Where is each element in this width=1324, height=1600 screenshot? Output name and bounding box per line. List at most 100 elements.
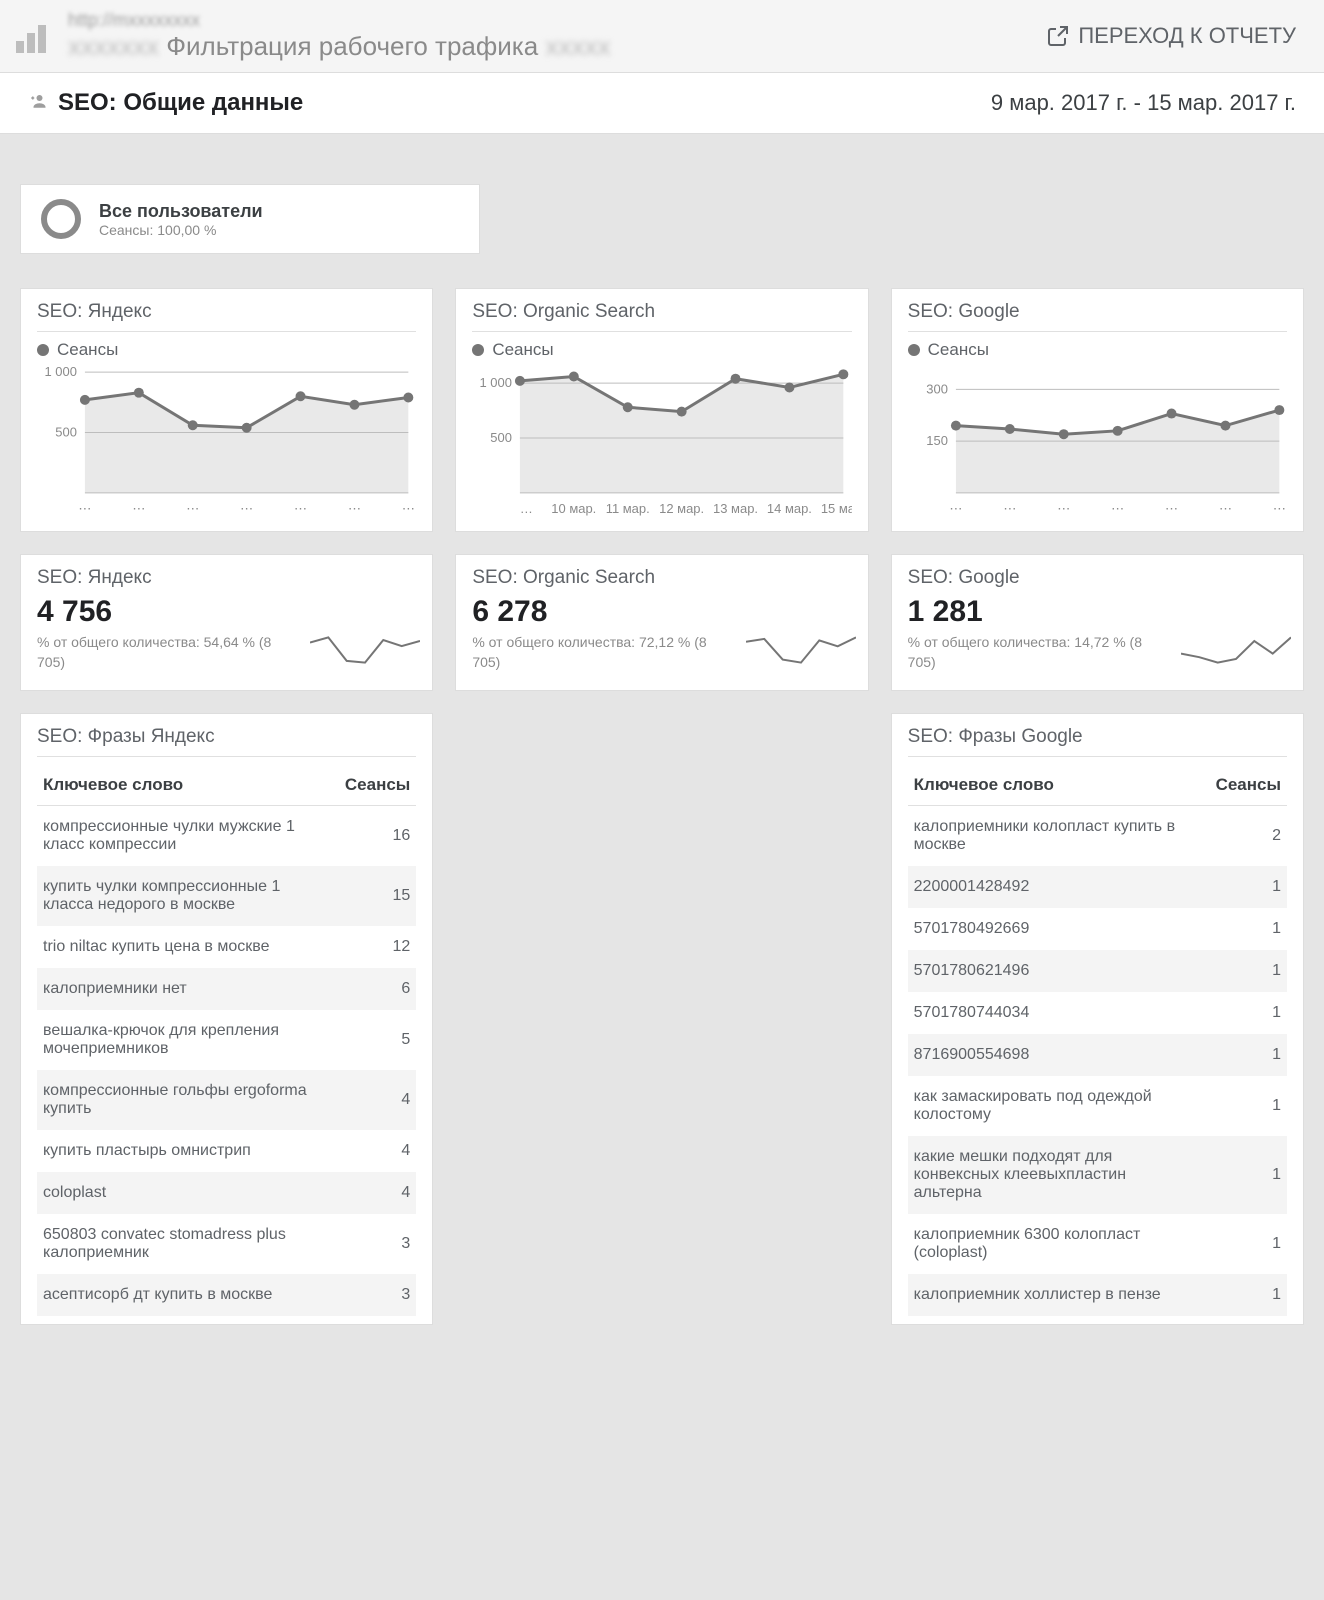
segment-title: Все пользователи [99,201,263,222]
table-row[interactable]: 5701780621496 1 [908,950,1287,992]
cell-keyword: купить пластырь омнистрип [37,1130,329,1172]
col-sessions: Сеансы [1200,765,1287,806]
svg-text:150: 150 [926,433,948,448]
goto-report-link[interactable]: ПЕРЕХОД К ОТЧЕТУ [1046,23,1296,49]
table-row[interactable]: какие мешки подходят для конвексных клее… [908,1136,1287,1214]
sparkline [746,632,856,668]
cell-keyword: калоприемник холлистер в пензе [908,1274,1200,1316]
cell-keyword: компрессионные гольфы ergoforma купить [37,1070,329,1130]
table-row[interactable]: 2200001428492 1 [908,866,1287,908]
add-user-icon[interactable] [28,92,48,115]
empty-column [455,713,868,1325]
svg-text:500: 500 [55,425,77,440]
table-row[interactable]: вешалка-крючок для крепления мочеприемни… [37,1010,416,1070]
svg-text:⋯: ⋯ [132,501,145,516]
chart-legend: Сеансы [472,340,851,360]
summary-card-google: SEO: Google 1 281 % от общего количества… [891,554,1304,691]
chart-legend: Сеансы [37,340,416,360]
cell-sessions: 1 [1200,1034,1287,1076]
cell-keyword: 5701780621496 [908,950,1200,992]
svg-text:⋯: ⋯ [186,501,199,516]
segment-ring-icon [41,199,81,239]
svg-text:⋯: ⋯ [294,501,307,516]
table-row[interactable]: калоприемник 6300 колопласт (coloplast) … [908,1214,1287,1274]
cell-sessions: 6 [329,968,416,1010]
cell-keyword: 8716900554698 [908,1034,1200,1076]
chart-area[interactable]: 500 1 000 ⋯⋯⋯⋯⋯⋯⋯ [37,364,416,519]
cell-sessions: 1 [1200,908,1287,950]
date-range[interactable]: 9 мар. 2017 г. - 15 мар. 2017 г. [991,90,1296,116]
chart-card-organic: SEO: Organic Search Сеансы 500 1 000 …10… [455,288,868,532]
svg-text:⋯: ⋯ [1165,501,1178,516]
table-yandex: SEO: Фразы Яндекс Ключевое слово Сеансы … [20,713,433,1325]
chart-title: SEO: Google [908,301,1287,332]
table-row[interactable]: компрессионные чулки мужские 1 класс ком… [37,806,416,867]
table-row[interactable]: 8716900554698 1 [908,1034,1287,1076]
table-row[interactable]: 5701780492669 1 [908,908,1287,950]
cell-keyword: калоприемники колопласт купить в москве [908,806,1200,867]
table-title: SEO: Фразы Google [908,726,1287,757]
svg-text:11 мар.: 11 мар. [606,501,650,516]
table-row[interactable]: купить пластырь омнистрип 4 [37,1130,416,1172]
segment-subtitle: Сеансы: 100,00 % [99,222,263,238]
cell-keyword: как замаскировать под одеждой колостому [908,1076,1200,1136]
cell-keyword: асептисорб дт купить в москве [37,1274,329,1316]
cell-sessions: 5 [329,1010,416,1070]
svg-text:300: 300 [926,381,948,396]
legend-dot-icon [472,344,484,356]
legend-label: Сеансы [57,340,118,360]
goto-report-label: ПЕРЕХОД К ОТЧЕТУ [1078,23,1296,49]
table-row[interactable]: калоприемники нет 6 [37,968,416,1010]
analytics-logo-icon [16,19,50,53]
cell-sessions: 3 [329,1274,416,1316]
svg-text:⋯: ⋯ [1003,501,1016,516]
cell-keyword: вешалка-крючок для крепления мочеприемни… [37,1010,329,1070]
chart-title: SEO: Organic Search [472,301,851,332]
table-row[interactable]: 650803 convatec stomadress plus калоприе… [37,1214,416,1274]
cell-sessions: 1 [1200,866,1287,908]
sparkline [310,632,420,668]
cell-keyword: компрессионные чулки мужские 1 класс ком… [37,806,329,867]
cell-sessions: 1 [1200,1214,1287,1274]
cell-sessions: 4 [329,1172,416,1214]
cell-sessions: 1 [1200,992,1287,1034]
chart-area[interactable]: 500 1 000 …10 мар.11 мар.12 мар.13 мар.1… [472,364,851,519]
table-row[interactable]: как замаскировать под одеждой колостому … [908,1076,1287,1136]
table-row[interactable]: калоприемник холлистер в пензе 1 [908,1274,1287,1316]
chart-area[interactable]: 150 300 ⋯⋯⋯⋯⋯⋯⋯ [908,364,1287,519]
summary-subtitle: % от общего количества: 54,64 % (8 705) [37,633,284,672]
table-row[interactable]: компрессионные гольфы ergoforma купить 4 [37,1070,416,1130]
table-row[interactable]: 5701780744034 1 [908,992,1287,1034]
summary-value: 4 756 [37,595,416,629]
svg-text:⋯: ⋯ [1219,501,1232,516]
site-url: http://mxxxxxxxx [68,10,1046,31]
table-row[interactable]: trio niltac купить цена в москве 12 [37,926,416,968]
report-titlebar: SEO: Общие данные 9 мар. 2017 г. - 15 ма… [0,73,1324,134]
summary-card-yandex: SEO: Яндекс 4 756 % от общего количества… [20,554,433,691]
svg-text:10 мар.: 10 мар. [552,501,597,516]
col-keyword: Ключевое слово [908,765,1200,806]
summary-title: SEO: Organic Search [472,567,851,589]
cell-keyword: купить чулки компрессионные 1 класса нед… [37,866,329,926]
svg-text:1 000: 1 000 [44,364,76,379]
report-title: SEO: Общие данные [58,89,991,117]
cell-keyword: trio niltac купить цена в москве [37,926,329,968]
legend-label: Сеансы [928,340,989,360]
svg-text:⋯: ⋯ [949,501,962,516]
table-google: SEO: Фразы Google Ключевое слово Сеансы … [891,713,1304,1325]
cell-sessions: 4 [329,1130,416,1172]
svg-text:⋯: ⋯ [1273,501,1286,516]
chart-card-google: SEO: Google Сеансы 150 300 ⋯⋯⋯⋯⋯⋯⋯ [891,288,1304,532]
table-row[interactable]: купить чулки компрессионные 1 класса нед… [37,866,416,926]
chart-legend: Сеансы [908,340,1287,360]
chart-title: SEO: Яндекс [37,301,416,332]
svg-text:⋯: ⋯ [402,501,415,516]
summary-row: SEO: Яндекс 4 756 % от общего количества… [20,554,1304,691]
table-row[interactable]: coloplast 4 [37,1172,416,1214]
table-row[interactable]: калоприемники колопласт купить в москве … [908,806,1287,867]
segment-card[interactable]: Все пользователи Сеансы: 100,00 % [20,184,480,254]
svg-text:⋯: ⋯ [1057,501,1070,516]
table-row[interactable]: асептисорб дт купить в москве 3 [37,1274,416,1316]
summary-title: SEO: Google [908,567,1287,589]
svg-text:⋯: ⋯ [240,501,253,516]
